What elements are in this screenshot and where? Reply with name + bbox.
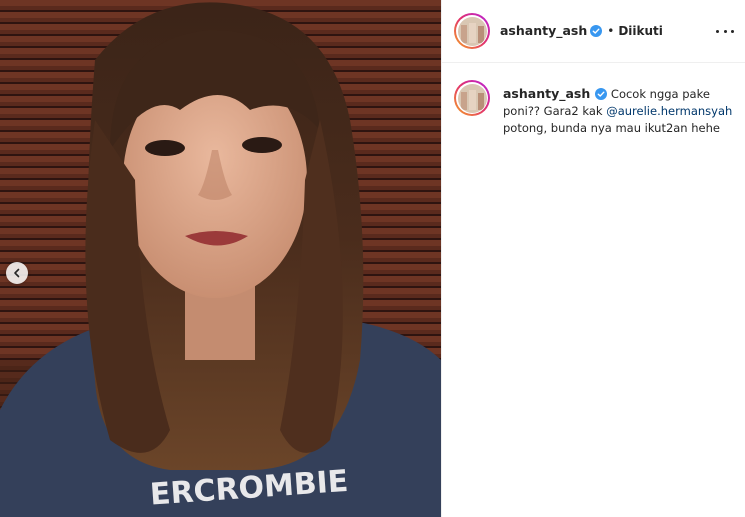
separator-dot: • bbox=[607, 23, 615, 38]
post-photo[interactable]: ERCROMBIE bbox=[0, 0, 441, 517]
author-username[interactable]: ashanty_ash bbox=[500, 23, 587, 38]
chevron-left-icon bbox=[14, 268, 20, 278]
caption-mention-link[interactable]: @aurelie.hermansyah bbox=[606, 104, 732, 118]
follow-status-button[interactable]: Diikuti bbox=[618, 24, 663, 38]
post-header: ashanty_ash • Diikuti bbox=[442, 0, 745, 63]
more-options-icon[interactable] bbox=[716, 24, 734, 38]
caption-username[interactable]: ashanty_ash bbox=[503, 86, 590, 101]
profile-photo-icon bbox=[457, 16, 487, 46]
caption-text: ashanty_ash Cocok ngga pake poni?? Gara2… bbox=[503, 85, 733, 137]
profile-photo-icon bbox=[457, 83, 487, 113]
photo-illustration: ERCROMBIE bbox=[0, 0, 441, 517]
verified-badge-icon bbox=[595, 88, 608, 100]
caption-author-avatar[interactable] bbox=[454, 80, 490, 116]
author-avatar[interactable] bbox=[454, 13, 490, 49]
verified-badge-icon bbox=[590, 24, 603, 37]
carousel-prev-button[interactable] bbox=[6, 262, 28, 284]
instagram-post: ERCROMBIE ashanty_ash • Diikuti ashanty_… bbox=[0, 0, 745, 517]
caption-body-part2: potong, bunda nya mau ikut2an hehe bbox=[503, 121, 720, 135]
post-side-panel: ashanty_ash • Diikuti ashanty_ash Cocok … bbox=[441, 0, 745, 517]
header-user-line: ashanty_ash • Diikuti bbox=[500, 23, 663, 38]
